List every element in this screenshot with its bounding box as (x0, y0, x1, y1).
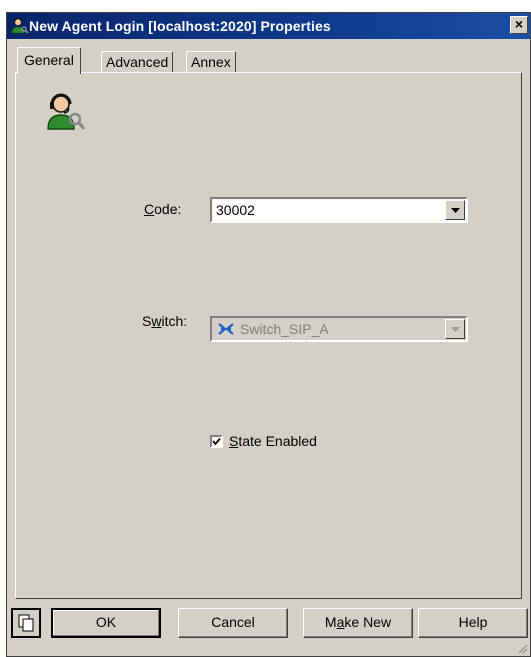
state-label-rest: tate Enabled (238, 433, 317, 449)
general-tab-panel: Code: 30002 Switch: Switch_SIP_A State E… (15, 72, 522, 599)
state-enabled-checkbox[interactable] (210, 435, 223, 448)
help-button[interactable]: Help (418, 608, 528, 638)
tab-general-label: General (24, 52, 74, 68)
switch-label-pre: S (142, 313, 152, 329)
make-new-button[interactable]: Make New (303, 608, 413, 638)
agent-headset-icon (47, 93, 86, 130)
code-label-rest: ode: (154, 201, 182, 217)
code-dropdown-button[interactable] (445, 200, 465, 220)
make-new-pre: M (324, 614, 337, 630)
switch-label-mnemonic: w (151, 313, 162, 329)
properties-dialog: New Agent Login [localhost:2020] Propert… (6, 12, 531, 657)
make-new-rest: ke New (344, 614, 392, 630)
window-title: New Agent Login [localhost:2020] Propert… (29, 18, 331, 34)
tab-advanced-label: Advanced (106, 54, 169, 70)
code-label-mnemonic: C (144, 201, 155, 217)
tab-general[interactable]: General (17, 47, 81, 74)
switch-dropdown-button[interactable] (445, 319, 465, 339)
state-enabled-label[interactable]: State Enabled (229, 433, 317, 449)
code-input-value[interactable]: 30002 (216, 202, 255, 218)
copy-icon (18, 614, 34, 632)
tab-advanced[interactable]: Advanced (101, 51, 174, 73)
switch-combobox[interactable]: Switch_SIP_A (210, 316, 468, 342)
dialog-button-bar: OK Cancel Make New Help (7, 608, 530, 648)
ok-button[interactable]: OK (51, 608, 161, 638)
resize-grip-icon[interactable] (516, 642, 528, 654)
state-label-mnemonic: S (229, 433, 239, 449)
switch-label-rest: itch: (161, 313, 188, 329)
switch-label: Switch: (142, 313, 187, 329)
code-combobox[interactable]: 30002 (210, 197, 468, 223)
switch-value: Switch_SIP_A (240, 321, 329, 337)
agent-login-icon (11, 17, 29, 34)
code-label: Code: (144, 201, 181, 217)
switch-icon (218, 323, 234, 335)
title-bar[interactable]: New Agent Login [localhost:2020] Propert… (7, 13, 530, 39)
cancel-button[interactable]: Cancel (178, 608, 288, 638)
chevron-down-icon (451, 327, 460, 332)
copy-button[interactable] (11, 608, 41, 638)
chevron-down-icon (451, 208, 460, 213)
checkmark-icon (212, 437, 221, 446)
tab-annex[interactable]: Annex (186, 51, 236, 73)
close-icon: × (514, 16, 524, 32)
close-button[interactable]: × (510, 16, 528, 34)
tab-annex-label: Annex (191, 54, 231, 70)
